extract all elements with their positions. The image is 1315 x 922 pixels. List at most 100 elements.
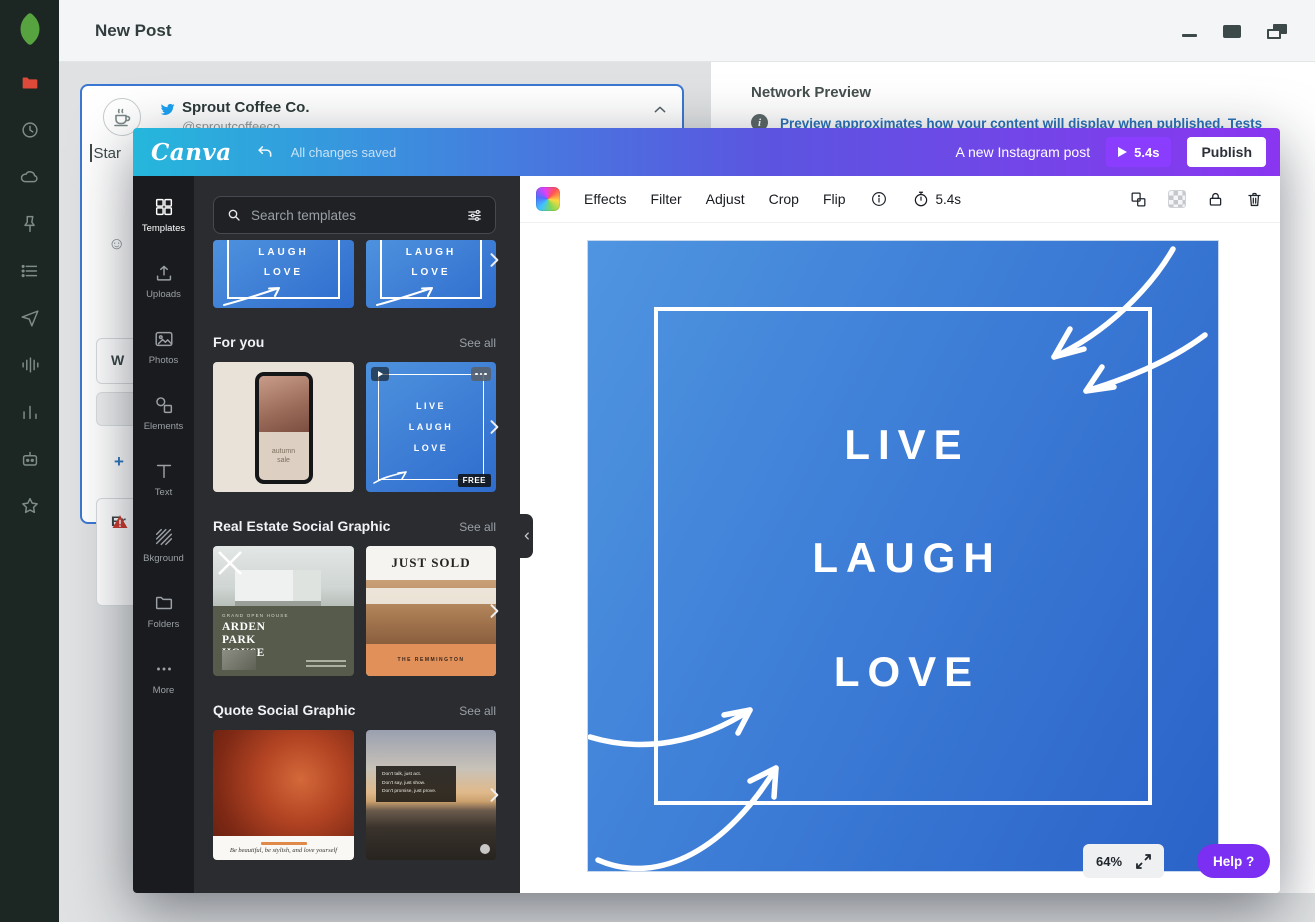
info-icon[interactable]	[870, 190, 888, 208]
template-thumbnail-road-quote[interactable]: Don't talk, just act. Don't say, just sh…	[366, 730, 496, 860]
toolbar-adjust[interactable]: Adjust	[706, 191, 745, 207]
sidebar-item-folders[interactable]: Folders	[133, 578, 194, 644]
minimize-icon[interactable]	[1182, 33, 1197, 37]
publish-nav-icon[interactable]	[17, 305, 43, 331]
canva-logo: Canva	[151, 138, 232, 166]
see-all-link[interactable]: See all	[459, 704, 496, 718]
automation-nav-icon[interactable]	[17, 446, 43, 472]
zoom-level: 64%	[1096, 853, 1123, 869]
template-thumbnail-arden-park[interactable]: GRAND OPEN HOUSE ARDENPARKHOUSE	[213, 546, 354, 676]
cloud-nav-icon[interactable]	[17, 164, 43, 190]
canva-sidebar: Templates Uploads Photos Elements Text B…	[133, 176, 194, 893]
pin-nav-icon[interactable]	[17, 211, 43, 237]
templates-icon	[155, 198, 172, 216]
arrow-doodle	[376, 287, 433, 306]
play-preview-button[interactable]: 5.4s	[1106, 137, 1172, 167]
template-thumbnail-just-sold[interactable]: JUST SOLD THE REMMINGTON	[366, 546, 496, 676]
toolbar-flip[interactable]: Flip	[823, 191, 846, 207]
toolbar-crop[interactable]: Crop	[769, 191, 799, 207]
delete-icon[interactable]	[1245, 190, 1264, 209]
position-icon[interactable]	[1129, 190, 1148, 209]
elements-icon	[155, 397, 172, 414]
template-row-partial: LAUGH LOVE LAUGH LOVE	[213, 240, 499, 308]
play-icon	[1118, 147, 1128, 157]
maximize-icon[interactable]	[1223, 24, 1241, 38]
canvas-text-live[interactable]: LIVE	[588, 421, 1218, 469]
more-options-icon[interactable]	[471, 367, 491, 381]
template-thumbnail[interactable]: LAUGH LOVE	[213, 240, 354, 308]
text-icon	[156, 464, 171, 479]
folders-nav-icon[interactable]	[17, 70, 43, 96]
template-thumbnail-live-laugh-love[interactable]: LIVE LAUGH LOVE FREE	[366, 362, 496, 492]
add-link-fragment[interactable]: +	[114, 452, 124, 472]
more-icon	[156, 667, 171, 671]
search-bar[interactable]	[213, 196, 496, 234]
compose-text-input[interactable]: Star	[90, 144, 121, 162]
sidebar-item-more[interactable]: More	[133, 644, 194, 710]
lock-icon[interactable]	[1206, 190, 1225, 209]
free-badge: FREE	[457, 474, 491, 487]
sidebar-item-uploads[interactable]: Uploads	[133, 248, 194, 314]
collapse-panel-tab[interactable]	[520, 514, 533, 558]
template-thumbnail-autumn-sale[interactable]: autumn sale	[213, 362, 354, 492]
chevron-left-icon	[524, 532, 529, 540]
sidebar-item-text[interactable]: Text	[133, 446, 194, 512]
editor-toolbar: Effects Filter Adjust Crop Flip 5.4s	[520, 176, 1280, 223]
save-status: All changes saved	[290, 144, 397, 160]
caption-lines-graphic	[306, 657, 346, 667]
favorites-nav-icon[interactable]	[17, 493, 43, 519]
canvas-text-love[interactable]: LOVE	[588, 648, 1218, 696]
sidebar-item-templates[interactable]: Templates	[133, 182, 194, 248]
photos-icon	[154, 331, 173, 347]
timer-icon	[914, 191, 927, 207]
arrow-doodle	[373, 471, 407, 484]
sidebar-item-background[interactable]: Bkground	[133, 512, 194, 578]
toolbar-filter[interactable]: Filter	[651, 191, 682, 207]
network-preview-title: Network Preview	[751, 84, 872, 101]
carousel-next-icon[interactable]	[484, 417, 504, 437]
see-all-link[interactable]: See all	[459, 336, 496, 350]
design-canvas[interactable]: LIVE LAUGH LOVE	[587, 240, 1219, 872]
template-row-for-you: autumn sale LIVE LAUGH LOVE FREE	[213, 362, 499, 492]
help-button[interactable]: Help ?	[1197, 844, 1271, 878]
warning-icon	[111, 513, 129, 531]
color-picker-swatch[interactable]	[536, 187, 560, 211]
filter-sliders-icon	[468, 209, 481, 221]
template-thumbnail[interactable]: LAUGH LOVE	[366, 240, 496, 308]
upload-icon	[156, 265, 171, 281]
duration-control[interactable]: 5.4s	[912, 190, 961, 208]
restore-windows-icon[interactable]	[1267, 23, 1287, 39]
quote-box: Don't talk, just act. Don't say, just sh…	[376, 766, 456, 802]
carousel-next-icon[interactable]	[484, 601, 504, 621]
emoji-picker-icon[interactable]: ☺	[108, 234, 125, 254]
reports-nav-icon[interactable]	[17, 399, 43, 425]
toolbar-effects[interactable]: Effects	[584, 191, 627, 207]
search-input[interactable]	[251, 207, 457, 223]
listening-nav-icon[interactable]	[17, 352, 43, 378]
twitter-icon	[159, 101, 176, 118]
folder-icon	[155, 596, 172, 610]
undo-icon[interactable]	[256, 143, 275, 162]
see-all-link[interactable]: See all	[459, 520, 496, 534]
template-row-quote: Be beautiful, be stylish, and love yours…	[213, 730, 499, 860]
phone-mockup: autumn sale	[254, 372, 313, 484]
canvas-text-laugh[interactable]: LAUGH	[588, 534, 1218, 582]
publish-button[interactable]: Publish	[1187, 137, 1266, 167]
inbox-nav-icon[interactable]	[17, 117, 43, 143]
collapse-chevron-icon[interactable]	[652, 102, 668, 118]
carousel-next-icon[interactable]	[484, 250, 504, 270]
carousel-next-icon[interactable]	[484, 785, 504, 805]
house-photo-placeholder	[213, 546, 354, 606]
sidebar-item-photos[interactable]: Photos	[133, 314, 194, 380]
sprout-sidebar	[0, 0, 59, 922]
sprout-leaf-icon	[12, 12, 47, 46]
section-header-quote: Quote Social Graphic See all	[213, 702, 496, 718]
background-icon	[155, 528, 172, 546]
stairs-photo-placeholder	[222, 650, 256, 670]
transparency-icon[interactable]	[1168, 190, 1186, 208]
sidebar-item-elements[interactable]: Elements	[133, 380, 194, 446]
template-thumbnail-hair-quote[interactable]: Be beautiful, be stylish, and love yours…	[213, 730, 354, 860]
canva-header: Canva All changes saved A new Instagram …	[133, 128, 1280, 176]
zoom-control[interactable]: 64%	[1083, 844, 1165, 878]
list-nav-icon[interactable]	[17, 258, 43, 284]
